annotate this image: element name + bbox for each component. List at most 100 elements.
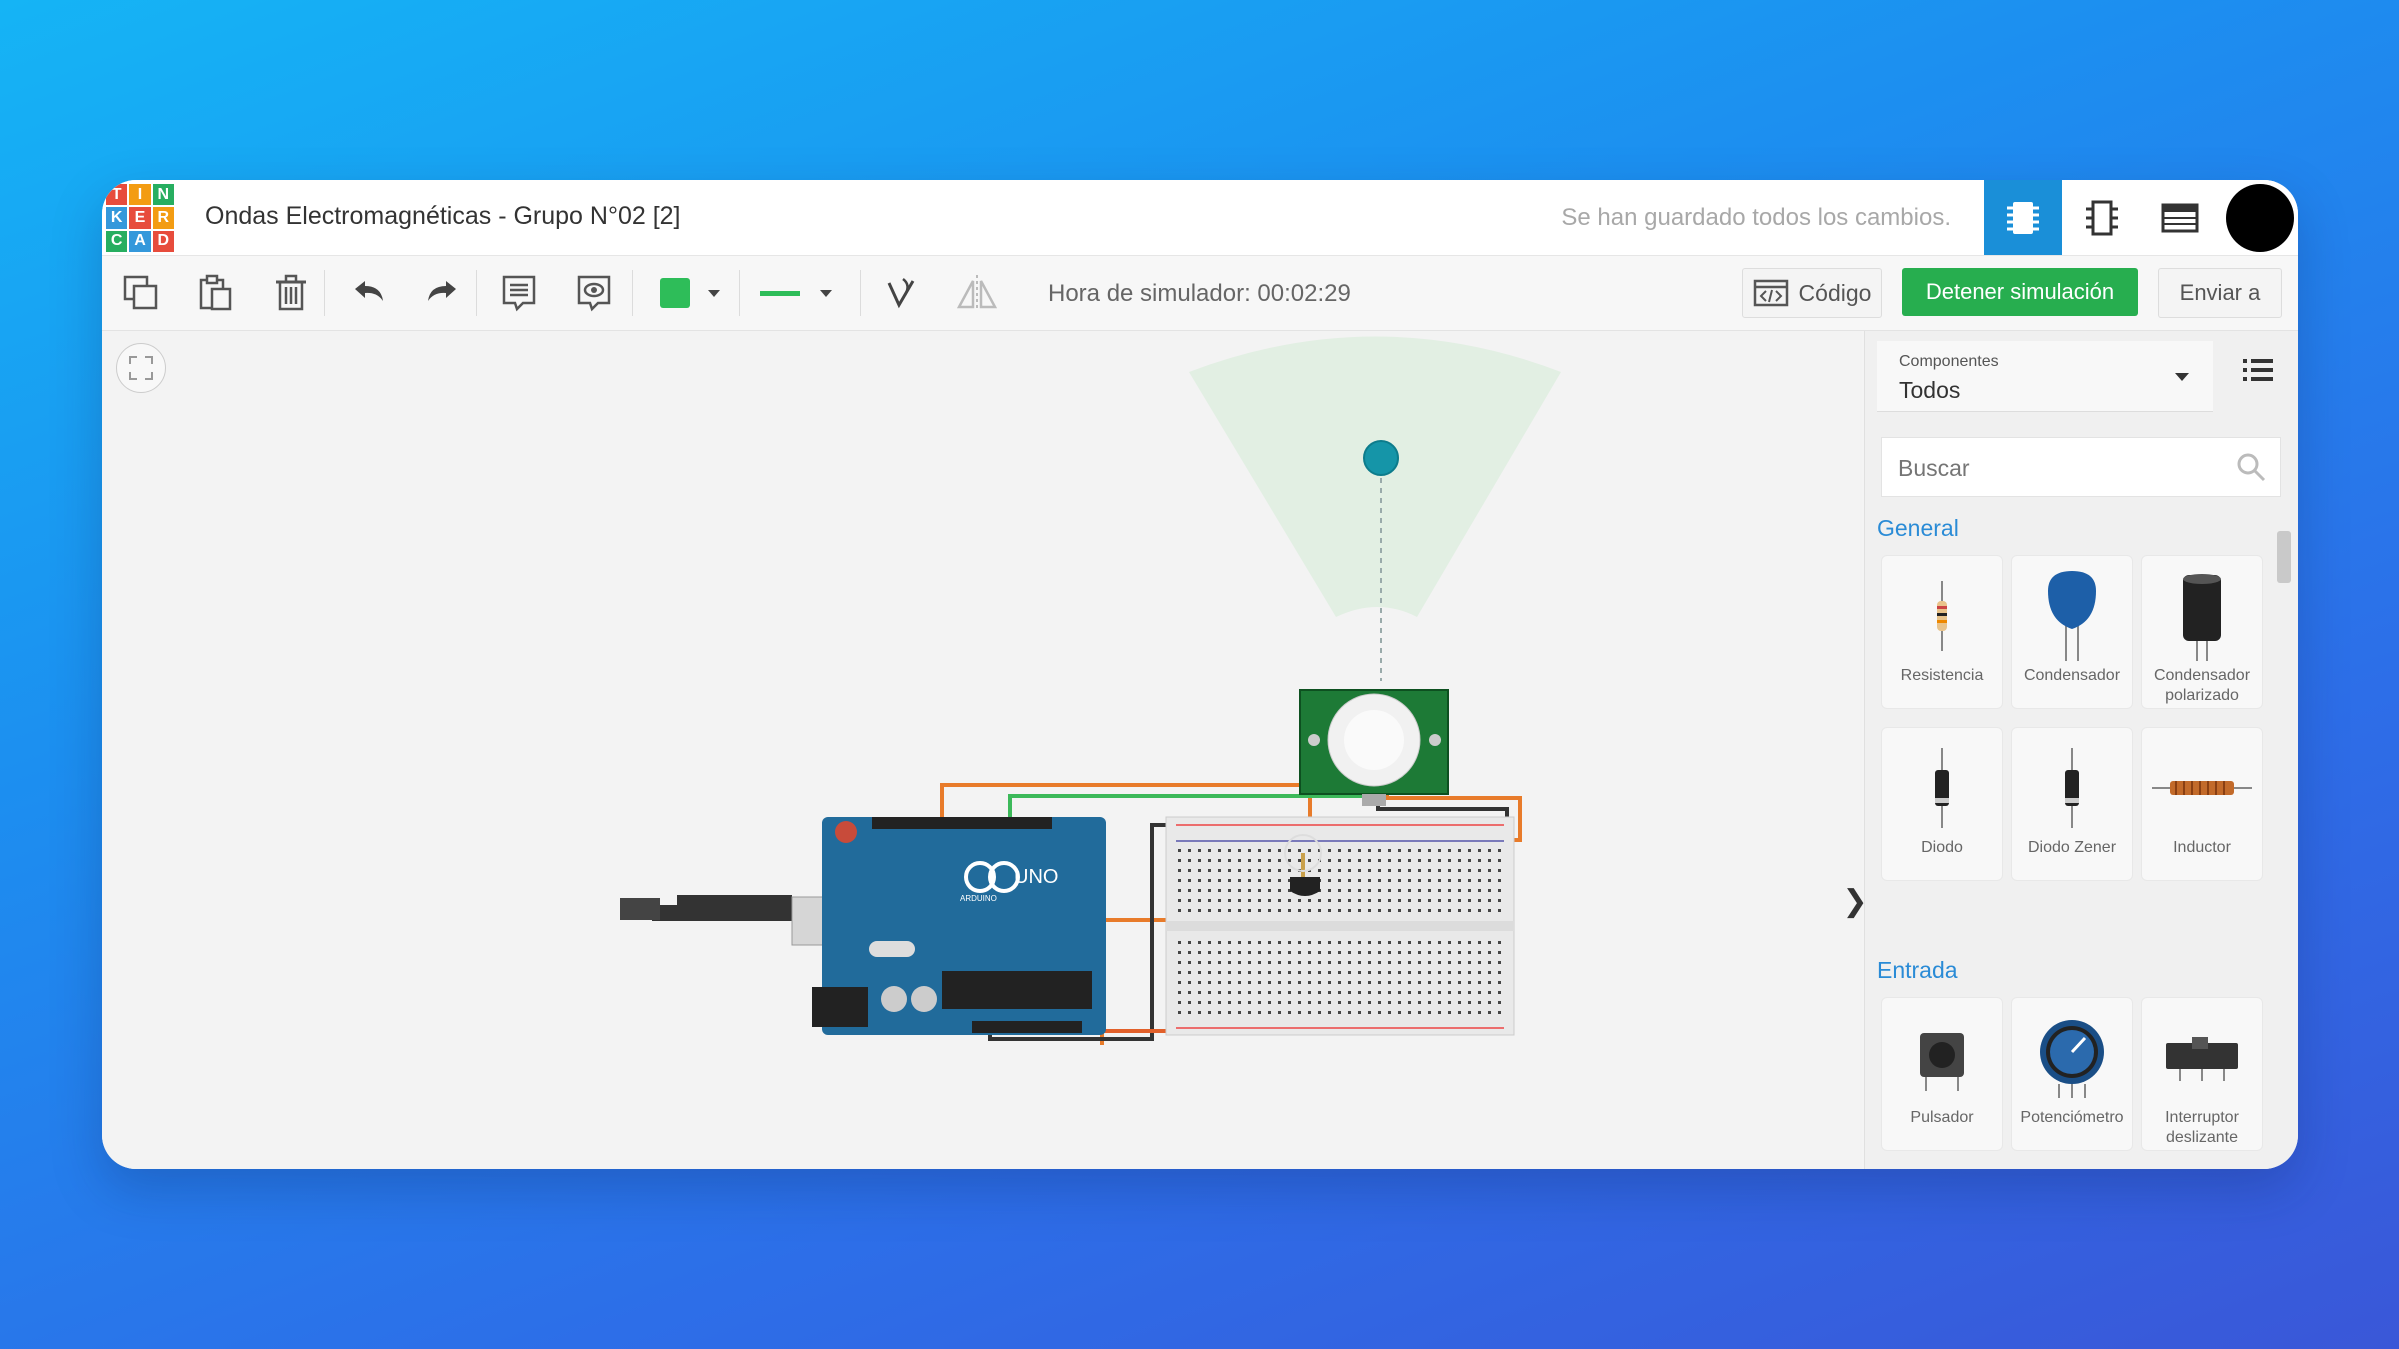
component-name: Interruptor deslizante — [2165, 1109, 2239, 1146]
paste-icon — [199, 274, 232, 311]
slide-switch-icon — [2142, 1008, 2262, 1108]
tinkercad-logo[interactable]: TIN KER CAD — [106, 184, 174, 252]
wire-type-picker[interactable] — [750, 268, 850, 318]
component-card-diodo[interactable]: Diodo — [1881, 727, 2003, 881]
component-card-diodo-zener[interactable]: Diodo Zener — [2011, 727, 2133, 881]
component-card-interruptor-deslizante[interactable]: Interruptor deslizante — [2141, 997, 2263, 1151]
workplane-canvas[interactable]: UNO ARDUINO ❯ — [102, 331, 1868, 1169]
send-to-button[interactable]: Enviar a — [2158, 268, 2282, 318]
simulator-time: Hora de simulador: 00:02:29 — [1048, 280, 1351, 307]
logo-letter: C — [106, 230, 128, 252]
circuit-chip-icon — [2007, 201, 2039, 234]
breadboard — [1165, 816, 1515, 1036]
component-card-condensador[interactable]: Condensador — [2011, 555, 2133, 709]
logo-letter: N — [152, 184, 174, 206]
wire-color-picker[interactable] — [650, 268, 730, 318]
toolbar: Hora de simulador: 00:02:29 Código Deten… — [102, 256, 2298, 331]
copy-button[interactable] — [116, 268, 166, 318]
component-card-potenciometro[interactable]: Potenciómetro — [2011, 997, 2133, 1151]
arduino-brand-label: ARDUINO — [960, 894, 997, 903]
logo-letter: D — [152, 230, 174, 252]
component-name: Condensador — [2023, 667, 2121, 684]
stop-simulation-button[interactable]: Detener simulación — [1902, 268, 2138, 316]
redo-button[interactable] — [417, 268, 467, 318]
components-dropdown-value: Todos — [1899, 377, 1961, 403]
mirror-button — [952, 268, 1002, 318]
polarized-capacitor-icon — [2142, 566, 2262, 666]
potentiometer-icon — [2012, 1008, 2132, 1108]
app-window: TIN KER CAD Ondas Electromagnéticas - Grup… — [102, 180, 2298, 1169]
diode-icon — [1882, 738, 2002, 838]
search-icon[interactable] — [2236, 452, 2266, 482]
wire-line-icon — [760, 290, 800, 296]
notes-button[interactable] — [494, 268, 544, 318]
mirror-icon — [956, 275, 998, 311]
redo-icon — [428, 281, 456, 301]
search-box — [1881, 437, 2281, 497]
user-avatar[interactable] — [2226, 184, 2294, 252]
code-icon — [1753, 279, 1788, 307]
component-card-condensador-polarizado[interactable]: Condensador polarizado — [2141, 555, 2263, 709]
component-name: Condensador polarizado — [2153, 667, 2251, 704]
code-label: Código — [1798, 279, 1872, 306]
color-swatch — [660, 278, 690, 308]
capacitor-icon — [2012, 566, 2132, 666]
schematic-view-button[interactable] — [2063, 180, 2141, 255]
logo-letter: E — [129, 207, 151, 229]
chevron-down-icon — [2175, 373, 2189, 381]
arduino-model-label: UNO — [1014, 866, 1058, 888]
components-panel: Componentes Todos General Resistencia Co… — [1864, 331, 2298, 1169]
logo-letter: I — [129, 184, 151, 206]
undo-icon — [355, 281, 383, 301]
sidebar-collapse-toggle[interactable]: ❯ — [1842, 863, 1867, 939]
components-dropdown-label: Componentes — [1899, 353, 1999, 370]
chevron-down-icon — [820, 289, 832, 297]
scrollbar-thumb[interactable] — [2277, 531, 2291, 583]
undo-button[interactable] — [344, 268, 394, 318]
delete-button[interactable] — [266, 268, 316, 318]
section-entrada-title: Entrada — [1877, 957, 1958, 983]
component-card-inductor[interactable]: Inductor — [2141, 727, 2263, 881]
component-card-pulsador[interactable]: Pulsador — [1881, 997, 2003, 1151]
title-bar: TIN KER CAD Ondas Electromagnéticas - Grup… — [102, 180, 2298, 256]
circuit-view-button[interactable] — [1984, 180, 2062, 255]
component-name: Potenciómetro — [2020, 1109, 2124, 1126]
component-name: Resistencia — [1900, 667, 1984, 684]
pir-target-object — [1363, 440, 1399, 476]
copy-icon — [123, 275, 158, 310]
chevron-down-icon — [708, 289, 720, 297]
search-input[interactable] — [1896, 448, 2220, 488]
component-card-resistencia[interactable]: Resistencia — [1881, 555, 2003, 709]
save-status: Se han guardado todos los cambios. — [1561, 204, 1951, 231]
zener-diode-icon — [2012, 738, 2132, 838]
component-name: Diodo Zener — [2027, 839, 2117, 856]
resistor-icon — [1882, 566, 2002, 666]
circuit-drawing: UNO ARDUINO — [620, 336, 1561, 1045]
logo-letter: K — [106, 207, 128, 229]
pir-sensor — [1299, 689, 1449, 806]
section-general-title: General — [1877, 515, 1959, 541]
document-title[interactable]: Ondas Electromagnéticas - Grupo N°02 [2] — [205, 202, 681, 231]
paste-button[interactable] — [191, 268, 241, 318]
rotate-button[interactable] — [876, 268, 926, 318]
trash-icon — [276, 274, 306, 311]
note-icon — [502, 275, 536, 312]
pir-detection-zone — [1189, 336, 1561, 617]
eye-note-icon — [577, 275, 611, 312]
logo-letter: R — [152, 207, 174, 229]
schematic-chip-icon — [2086, 200, 2118, 235]
components-dropdown[interactable]: Componentes Todos — [1877, 341, 2213, 412]
pushbutton-icon — [1882, 1008, 2002, 1108]
component-name: Diodo — [1921, 839, 1963, 856]
notes-toggle-button[interactable] — [569, 268, 619, 318]
component-name: Inductor — [2173, 839, 2231, 856]
logo-letter: T — [106, 184, 128, 206]
logo-letter: A — [129, 230, 151, 252]
code-button[interactable]: Código — [1742, 268, 1882, 318]
panel-scrollbar[interactable] — [2275, 509, 2291, 1159]
arduino-uno-board: UNO ARDUINO — [620, 817, 1106, 1035]
component-list-view-button[interactable] — [2141, 180, 2219, 255]
list-view-button[interactable] — [2243, 357, 2273, 388]
rotate-icon — [887, 278, 915, 309]
inductor-icon — [2142, 738, 2262, 838]
